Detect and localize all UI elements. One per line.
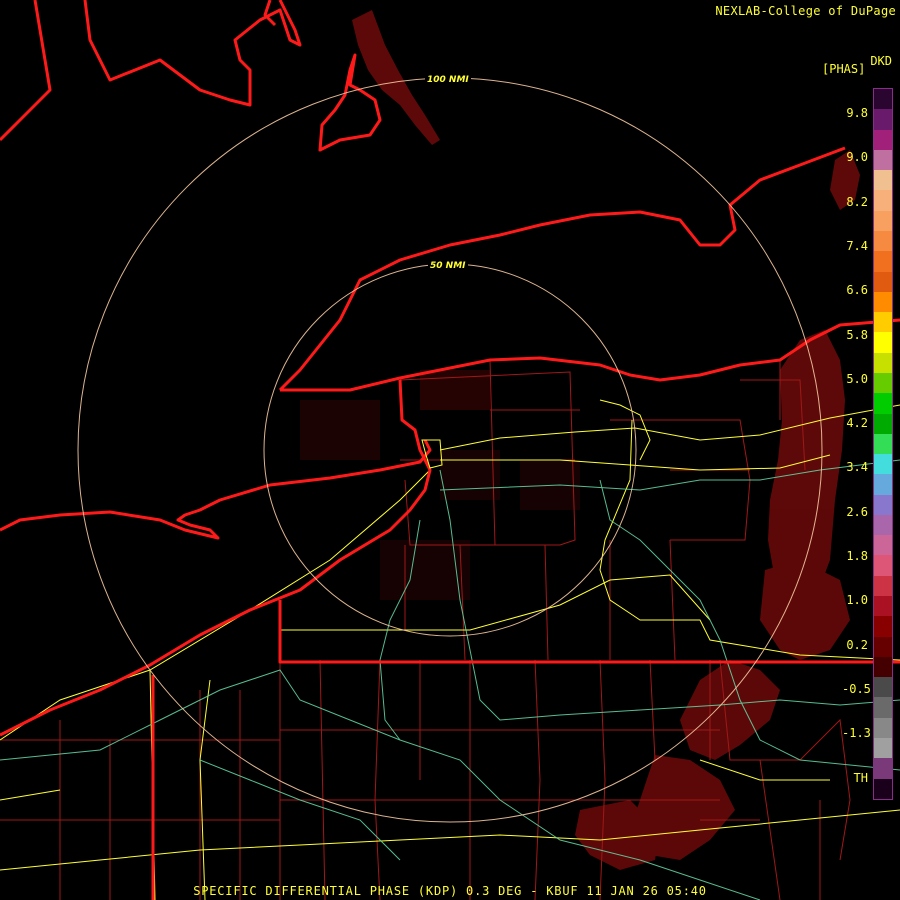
color-scale-segment bbox=[874, 372, 892, 394]
legend-tick-label: 6.6 bbox=[846, 283, 868, 298]
legend-tick-label: 9.0 bbox=[846, 150, 868, 165]
color-scale-segment bbox=[874, 170, 892, 191]
color-scale-segment bbox=[874, 514, 892, 536]
color-scale-segment bbox=[874, 109, 892, 130]
legend-tick-label: 9.8 bbox=[846, 106, 868, 120]
color-scale-segment bbox=[874, 677, 892, 698]
color-scale-bar bbox=[873, 88, 893, 800]
credit-label: NEXLAB-College of DuPage bbox=[715, 4, 896, 18]
color-scale-segment bbox=[874, 129, 892, 150]
legend-tick-label: 5.0 bbox=[846, 371, 868, 386]
color-scale-segment bbox=[874, 271, 892, 292]
legend-units: [PHAS] bbox=[822, 62, 866, 76]
legend-product-code: DKD bbox=[870, 54, 892, 68]
color-scale-segment bbox=[874, 474, 892, 495]
color-scale-segment bbox=[874, 190, 892, 211]
legend-tick-label: -1.3 bbox=[842, 726, 871, 741]
color-scale-segment bbox=[874, 656, 892, 678]
color-scale-segment bbox=[874, 454, 892, 475]
range-label-100: 100 NMI bbox=[427, 75, 469, 85]
range-label-50: 50 NMI bbox=[430, 261, 466, 271]
legend-tick-label: 5.8 bbox=[846, 327, 868, 342]
color-scale-segment bbox=[874, 433, 892, 455]
color-scale-segment bbox=[874, 494, 892, 515]
color-scale-segment bbox=[874, 535, 892, 556]
color-scale-segment bbox=[874, 89, 892, 110]
color-scale-segment bbox=[874, 332, 892, 353]
color-scale-segment bbox=[874, 210, 892, 231]
color-scale-segment bbox=[874, 149, 892, 171]
color-scale-segment bbox=[874, 575, 892, 597]
color-scale-segment bbox=[874, 312, 892, 333]
legend-tick-label: 1.0 bbox=[846, 593, 868, 608]
legend-tick-label: 0.2 bbox=[846, 637, 868, 652]
color-scale-segment bbox=[874, 596, 892, 617]
legend-tick-label: -0.5 bbox=[842, 681, 871, 696]
legend-tick-label: 8.2 bbox=[846, 194, 868, 209]
color-scale-segment bbox=[874, 291, 892, 313]
color-scale-segment bbox=[874, 555, 892, 576]
legend-tick-label: 3.4 bbox=[846, 460, 868, 475]
color-scale-segment bbox=[874, 251, 892, 272]
product-caption: SPECIFIC DIFFERENTIAL PHASE (KDP) 0.3 DE… bbox=[193, 884, 707, 898]
color-scale-segment bbox=[874, 758, 892, 779]
color-scale-segment bbox=[874, 616, 892, 637]
precip-speckle bbox=[300, 370, 580, 600]
legend-tick-label: 4.2 bbox=[846, 416, 868, 431]
color-scale-segment bbox=[874, 778, 892, 799]
color-scale-segment bbox=[874, 413, 892, 434]
legend-tick-label: 1.8 bbox=[846, 549, 868, 563]
radar-map: 100 NMI 50 NMI bbox=[0, 0, 900, 900]
color-scale-segment bbox=[874, 393, 892, 414]
legend-tick-label: 2.6 bbox=[846, 504, 868, 519]
color-scale-segment bbox=[874, 697, 892, 718]
color-scale-segment bbox=[874, 717, 892, 738]
legend-tick-label: TH bbox=[853, 770, 868, 785]
color-scale-segment bbox=[874, 352, 892, 373]
legend-tick-label: 7.4 bbox=[846, 238, 868, 253]
color-scale-segment bbox=[874, 230, 892, 252]
color-scale-segment bbox=[874, 738, 892, 759]
color-scale-segment bbox=[874, 636, 892, 657]
